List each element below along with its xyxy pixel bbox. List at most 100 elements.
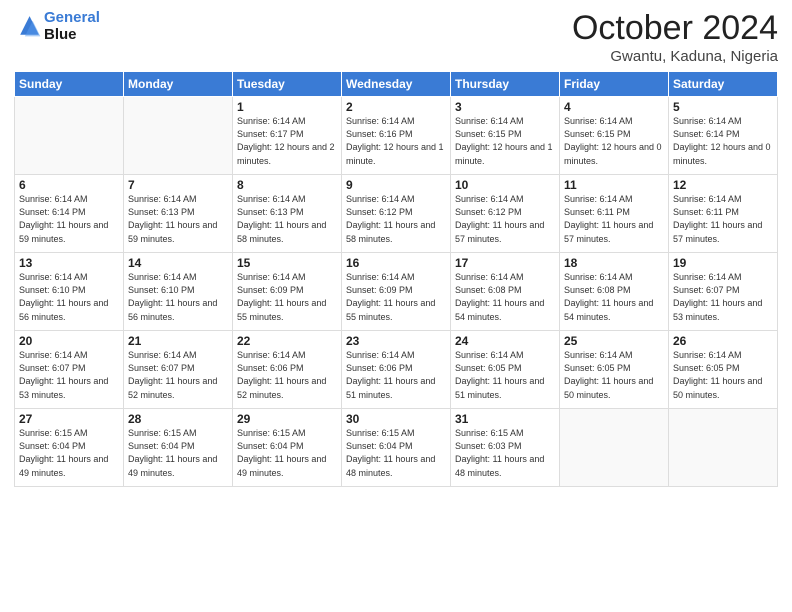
day-info: Sunrise: 6:15 AM Sunset: 6:04 PM Dayligh…: [128, 427, 228, 479]
day-number: 25: [564, 334, 664, 348]
month-title: October 2024: [572, 10, 778, 47]
day-number: 3: [455, 100, 555, 114]
day-info: Sunrise: 6:15 AM Sunset: 6:03 PM Dayligh…: [455, 427, 555, 479]
day-cell: 20Sunrise: 6:14 AM Sunset: 6:07 PM Dayli…: [15, 331, 124, 409]
day-cell: 2Sunrise: 6:14 AM Sunset: 6:16 PM Daylig…: [342, 97, 451, 175]
day-number: 10: [455, 178, 555, 192]
day-info: Sunrise: 6:14 AM Sunset: 6:14 PM Dayligh…: [19, 193, 119, 245]
day-number: 7: [128, 178, 228, 192]
day-cell: 8Sunrise: 6:14 AM Sunset: 6:13 PM Daylig…: [233, 175, 342, 253]
week-row-3: 20Sunrise: 6:14 AM Sunset: 6:07 PM Dayli…: [15, 331, 778, 409]
day-number: 22: [237, 334, 337, 348]
day-info: Sunrise: 6:14 AM Sunset: 6:10 PM Dayligh…: [128, 271, 228, 323]
header-row: Sunday Monday Tuesday Wednesday Thursday…: [15, 72, 778, 97]
day-cell: 10Sunrise: 6:14 AM Sunset: 6:12 PM Dayli…: [451, 175, 560, 253]
day-info: Sunrise: 6:14 AM Sunset: 6:05 PM Dayligh…: [455, 349, 555, 401]
day-number: 5: [673, 100, 773, 114]
day-info: Sunrise: 6:14 AM Sunset: 6:07 PM Dayligh…: [19, 349, 119, 401]
day-cell: 19Sunrise: 6:14 AM Sunset: 6:07 PM Dayli…: [669, 253, 778, 331]
day-cell: 13Sunrise: 6:14 AM Sunset: 6:10 PM Dayli…: [15, 253, 124, 331]
header-tuesday: Tuesday: [233, 72, 342, 97]
day-cell: [15, 97, 124, 175]
day-info: Sunrise: 6:15 AM Sunset: 6:04 PM Dayligh…: [19, 427, 119, 479]
day-info: Sunrise: 6:14 AM Sunset: 6:11 PM Dayligh…: [673, 193, 773, 245]
day-cell: 6Sunrise: 6:14 AM Sunset: 6:14 PM Daylig…: [15, 175, 124, 253]
day-info: Sunrise: 6:14 AM Sunset: 6:05 PM Dayligh…: [564, 349, 664, 401]
day-cell: [560, 409, 669, 487]
week-row-1: 6Sunrise: 6:14 AM Sunset: 6:14 PM Daylig…: [15, 175, 778, 253]
day-number: 29: [237, 412, 337, 426]
day-number: 23: [346, 334, 446, 348]
calendar: Sunday Monday Tuesday Wednesday Thursday…: [14, 71, 778, 487]
day-cell: 9Sunrise: 6:14 AM Sunset: 6:12 PM Daylig…: [342, 175, 451, 253]
day-info: Sunrise: 6:14 AM Sunset: 6:15 PM Dayligh…: [564, 115, 664, 167]
title-block: October 2024 Gwantu, Kaduna, Nigeria: [572, 10, 778, 65]
day-info: Sunrise: 6:14 AM Sunset: 6:07 PM Dayligh…: [128, 349, 228, 401]
day-cell: 11Sunrise: 6:14 AM Sunset: 6:11 PM Dayli…: [560, 175, 669, 253]
day-info: Sunrise: 6:14 AM Sunset: 6:08 PM Dayligh…: [564, 271, 664, 323]
logo-icon: [14, 13, 42, 41]
day-cell: 7Sunrise: 6:14 AM Sunset: 6:13 PM Daylig…: [124, 175, 233, 253]
day-cell: 14Sunrise: 6:14 AM Sunset: 6:10 PM Dayli…: [124, 253, 233, 331]
day-info: Sunrise: 6:14 AM Sunset: 6:13 PM Dayligh…: [128, 193, 228, 245]
day-number: 31: [455, 412, 555, 426]
day-info: Sunrise: 6:14 AM Sunset: 6:09 PM Dayligh…: [346, 271, 446, 323]
day-info: Sunrise: 6:14 AM Sunset: 6:15 PM Dayligh…: [455, 115, 555, 167]
header-friday: Friday: [560, 72, 669, 97]
day-number: 14: [128, 256, 228, 270]
day-cell: 16Sunrise: 6:14 AM Sunset: 6:09 PM Dayli…: [342, 253, 451, 331]
day-number: 24: [455, 334, 555, 348]
day-cell: [669, 409, 778, 487]
day-info: Sunrise: 6:14 AM Sunset: 6:13 PM Dayligh…: [237, 193, 337, 245]
header-monday: Monday: [124, 72, 233, 97]
day-cell: 24Sunrise: 6:14 AM Sunset: 6:05 PM Dayli…: [451, 331, 560, 409]
day-info: Sunrise: 6:15 AM Sunset: 6:04 PM Dayligh…: [237, 427, 337, 479]
day-info: Sunrise: 6:14 AM Sunset: 6:17 PM Dayligh…: [237, 115, 337, 167]
day-cell: 22Sunrise: 6:14 AM Sunset: 6:06 PM Dayli…: [233, 331, 342, 409]
header-sunday: Sunday: [15, 72, 124, 97]
day-cell: 5Sunrise: 6:14 AM Sunset: 6:14 PM Daylig…: [669, 97, 778, 175]
day-info: Sunrise: 6:14 AM Sunset: 6:10 PM Dayligh…: [19, 271, 119, 323]
day-info: Sunrise: 6:14 AM Sunset: 6:08 PM Dayligh…: [455, 271, 555, 323]
day-cell: 15Sunrise: 6:14 AM Sunset: 6:09 PM Dayli…: [233, 253, 342, 331]
day-number: 11: [564, 178, 664, 192]
header-thursday: Thursday: [451, 72, 560, 97]
location-title: Gwantu, Kaduna, Nigeria: [572, 48, 778, 65]
day-info: Sunrise: 6:14 AM Sunset: 6:07 PM Dayligh…: [673, 271, 773, 323]
day-number: 6: [19, 178, 119, 192]
day-info: Sunrise: 6:14 AM Sunset: 6:12 PM Dayligh…: [455, 193, 555, 245]
day-cell: 31Sunrise: 6:15 AM Sunset: 6:03 PM Dayli…: [451, 409, 560, 487]
day-cell: 27Sunrise: 6:15 AM Sunset: 6:04 PM Dayli…: [15, 409, 124, 487]
day-info: Sunrise: 6:14 AM Sunset: 6:06 PM Dayligh…: [346, 349, 446, 401]
week-row-0: 1Sunrise: 6:14 AM Sunset: 6:17 PM Daylig…: [15, 97, 778, 175]
day-cell: 29Sunrise: 6:15 AM Sunset: 6:04 PM Dayli…: [233, 409, 342, 487]
day-cell: 28Sunrise: 6:15 AM Sunset: 6:04 PM Dayli…: [124, 409, 233, 487]
day-cell: 21Sunrise: 6:14 AM Sunset: 6:07 PM Dayli…: [124, 331, 233, 409]
day-number: 15: [237, 256, 337, 270]
day-number: 16: [346, 256, 446, 270]
header-saturday: Saturday: [669, 72, 778, 97]
logo: General Blue: [14, 10, 100, 43]
day-number: 20: [19, 334, 119, 348]
day-number: 13: [19, 256, 119, 270]
day-info: Sunrise: 6:14 AM Sunset: 6:06 PM Dayligh…: [237, 349, 337, 401]
day-cell: 17Sunrise: 6:14 AM Sunset: 6:08 PM Dayli…: [451, 253, 560, 331]
day-cell: 23Sunrise: 6:14 AM Sunset: 6:06 PM Dayli…: [342, 331, 451, 409]
day-number: 19: [673, 256, 773, 270]
day-number: 1: [237, 100, 337, 114]
day-number: 27: [19, 412, 119, 426]
day-number: 30: [346, 412, 446, 426]
day-number: 26: [673, 334, 773, 348]
day-number: 17: [455, 256, 555, 270]
day-info: Sunrise: 6:14 AM Sunset: 6:16 PM Dayligh…: [346, 115, 446, 167]
day-cell: [124, 97, 233, 175]
day-cell: 3Sunrise: 6:14 AM Sunset: 6:15 PM Daylig…: [451, 97, 560, 175]
day-cell: 1Sunrise: 6:14 AM Sunset: 6:17 PM Daylig…: [233, 97, 342, 175]
day-number: 18: [564, 256, 664, 270]
day-cell: 25Sunrise: 6:14 AM Sunset: 6:05 PM Dayli…: [560, 331, 669, 409]
day-info: Sunrise: 6:14 AM Sunset: 6:11 PM Dayligh…: [564, 193, 664, 245]
day-cell: 18Sunrise: 6:14 AM Sunset: 6:08 PM Dayli…: [560, 253, 669, 331]
day-info: Sunrise: 6:14 AM Sunset: 6:14 PM Dayligh…: [673, 115, 773, 167]
day-number: 8: [237, 178, 337, 192]
day-cell: 26Sunrise: 6:14 AM Sunset: 6:05 PM Dayli…: [669, 331, 778, 409]
